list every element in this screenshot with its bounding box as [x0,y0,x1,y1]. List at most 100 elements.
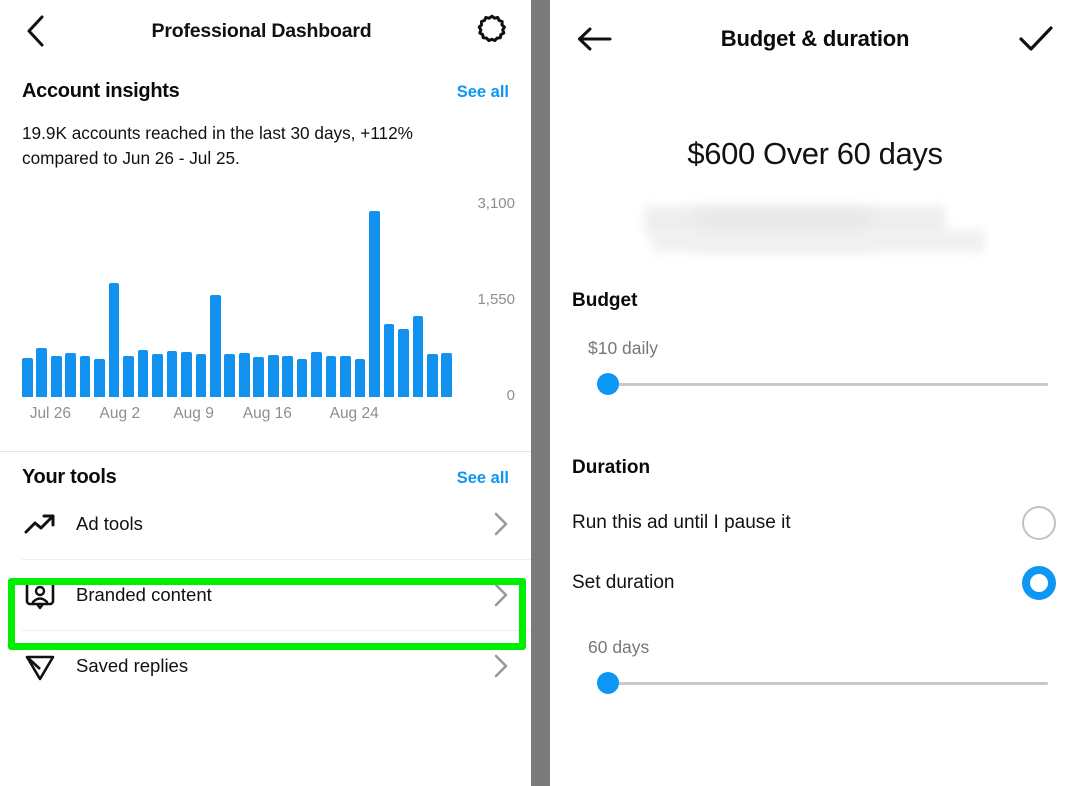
chart-y-axis: 0 1,550 3,100 [453,197,515,409]
duration-option-set-duration[interactable]: Set duration [550,553,1080,613]
chart-bar [94,359,105,397]
chart-y-tick-label: 1,550 [453,291,515,308]
tools-see-all-link[interactable]: See all [457,469,509,488]
chart-x-tick-label: Aug 16 [243,405,292,423]
account-insights-header: Account insights See all [0,62,531,103]
tool-row-branded-content[interactable]: Branded content [0,560,531,630]
chart-bar-slot [20,205,34,397]
duration-option-run-this-ad-until-i-pause-it[interactable]: Run this ad until I pause it [550,493,1080,553]
chart-y-tick-label: 3,100 [453,195,515,212]
dashboard-header: Professional Dashboard [0,0,531,62]
chart-bar-slot [208,205,222,397]
chart-bar [384,324,395,398]
chart-bar-slot [309,205,323,397]
chart-bar [210,295,221,397]
screenshot-root: Professional Dashboard Account insights … [0,0,1080,786]
duration-option-label: Run this ad until I pause it [572,512,791,534]
redacted-text-block [645,206,985,252]
tool-row-label: Branded content [76,584,493,606]
duration-slider-thumb[interactable] [597,672,619,694]
chevron-right-icon[interactable] [493,582,509,608]
budget-slider[interactable] [588,373,1058,395]
chart-bar-slot [440,205,454,397]
budget-slider-value: $10 daily [588,338,1058,359]
radio-button-unselected[interactable] [1022,506,1056,540]
chart-bar-slot [165,205,179,397]
budget-header: Budget & duration [550,0,1080,78]
budget-duration-panel: Budget & duration $600 Over 60 days Budg… [550,0,1080,786]
duration-slider[interactable] [588,672,1058,694]
chart-bar [355,359,366,397]
chart-bar-slot [78,205,92,397]
chart-bar-slot [121,205,135,397]
duration-section-title: Duration [550,457,1080,479]
chart-bar [65,353,76,398]
chart-bar [181,352,192,397]
chart-bar-slot [324,205,338,397]
chart-bar [441,353,452,398]
insights-see-all-link[interactable]: See all [457,83,509,102]
chart-bar-slot [353,205,367,397]
chart-bar [123,356,134,397]
insights-summary-text: 19.9K accounts reached in the last 30 da… [0,103,500,171]
arrow-left-icon[interactable] [576,24,612,54]
chart-bar [36,348,47,397]
chart-bar [224,354,235,397]
duration-slider-track[interactable] [600,682,1048,685]
chart-bar-slot [411,205,425,397]
chart-bar [398,329,409,397]
tools-list: Ad tools Branded content Saved replies [0,489,531,701]
your-tools-title: Your tools [22,466,116,489]
duration-slider-group: 60 days [550,637,1080,694]
trending-up-icon [22,506,58,542]
chart-bar-slot [107,205,121,397]
tool-row-ad-tools[interactable]: Ad tools [0,489,531,559]
gear-icon[interactable] [475,14,509,48]
radio-button-selected[interactable] [1022,566,1056,600]
chart-x-tick-label: Aug 9 [173,405,214,423]
chevron-right-icon[interactable] [493,653,509,679]
chart-bar [109,283,120,398]
chart-bar [80,356,91,397]
back-chevron-icon[interactable] [22,14,48,48]
chart-bar-slot [295,205,309,397]
chart-bar-slot [49,205,63,397]
tool-row-saved-replies[interactable]: Saved replies [0,631,531,701]
chart-bar-slot [179,205,193,397]
chart-x-axis: Jul 26 Aug 2 Aug 9 Aug 16 Aug 24 [20,405,454,433]
chart-x-tick-label: Jul 26 [30,405,71,423]
chart-bar-slot [252,205,266,397]
check-icon[interactable] [1018,23,1054,55]
chevron-right-icon[interactable] [493,511,509,537]
chart-bar-slot [136,205,150,397]
chart-bar [253,357,264,397]
budget-slider-group: $10 daily [550,338,1080,395]
chart-bar [427,354,438,397]
chart-bar-slot [266,205,280,397]
page-title: Professional Dashboard [48,20,475,43]
duration-options-list: Run this ad until I pause it Set duration [550,493,1080,613]
chart-bar [196,354,207,397]
tool-row-label: Saved replies [76,655,493,677]
chart-bars [20,205,454,397]
chart-bar [369,211,380,397]
professional-dashboard-panel: Professional Dashboard Account insights … [0,0,531,786]
duration-option-label: Set duration [572,572,674,594]
chart-bar-slot [34,205,48,397]
chart-x-tick-label: Aug 24 [330,405,379,423]
chart-bar-slot [92,205,106,397]
chart-bar [311,352,322,397]
chart-bar-slot [237,205,251,397]
chart-bar-slot [63,205,77,397]
chart-bar [297,359,308,397]
chart-bar-slot [367,205,381,397]
chart-bar [239,353,250,397]
budget-section-title: Budget [550,290,1080,312]
redacted-line-3 [653,230,985,252]
chart-x-tick-label: Aug 2 [100,405,141,423]
budget-slider-thumb[interactable] [597,373,619,395]
chart-y-tick-label: 0 [453,387,515,404]
chart-bar-slot [194,205,208,397]
chart-bar-slot [223,205,237,397]
budget-slider-track[interactable] [600,383,1048,386]
